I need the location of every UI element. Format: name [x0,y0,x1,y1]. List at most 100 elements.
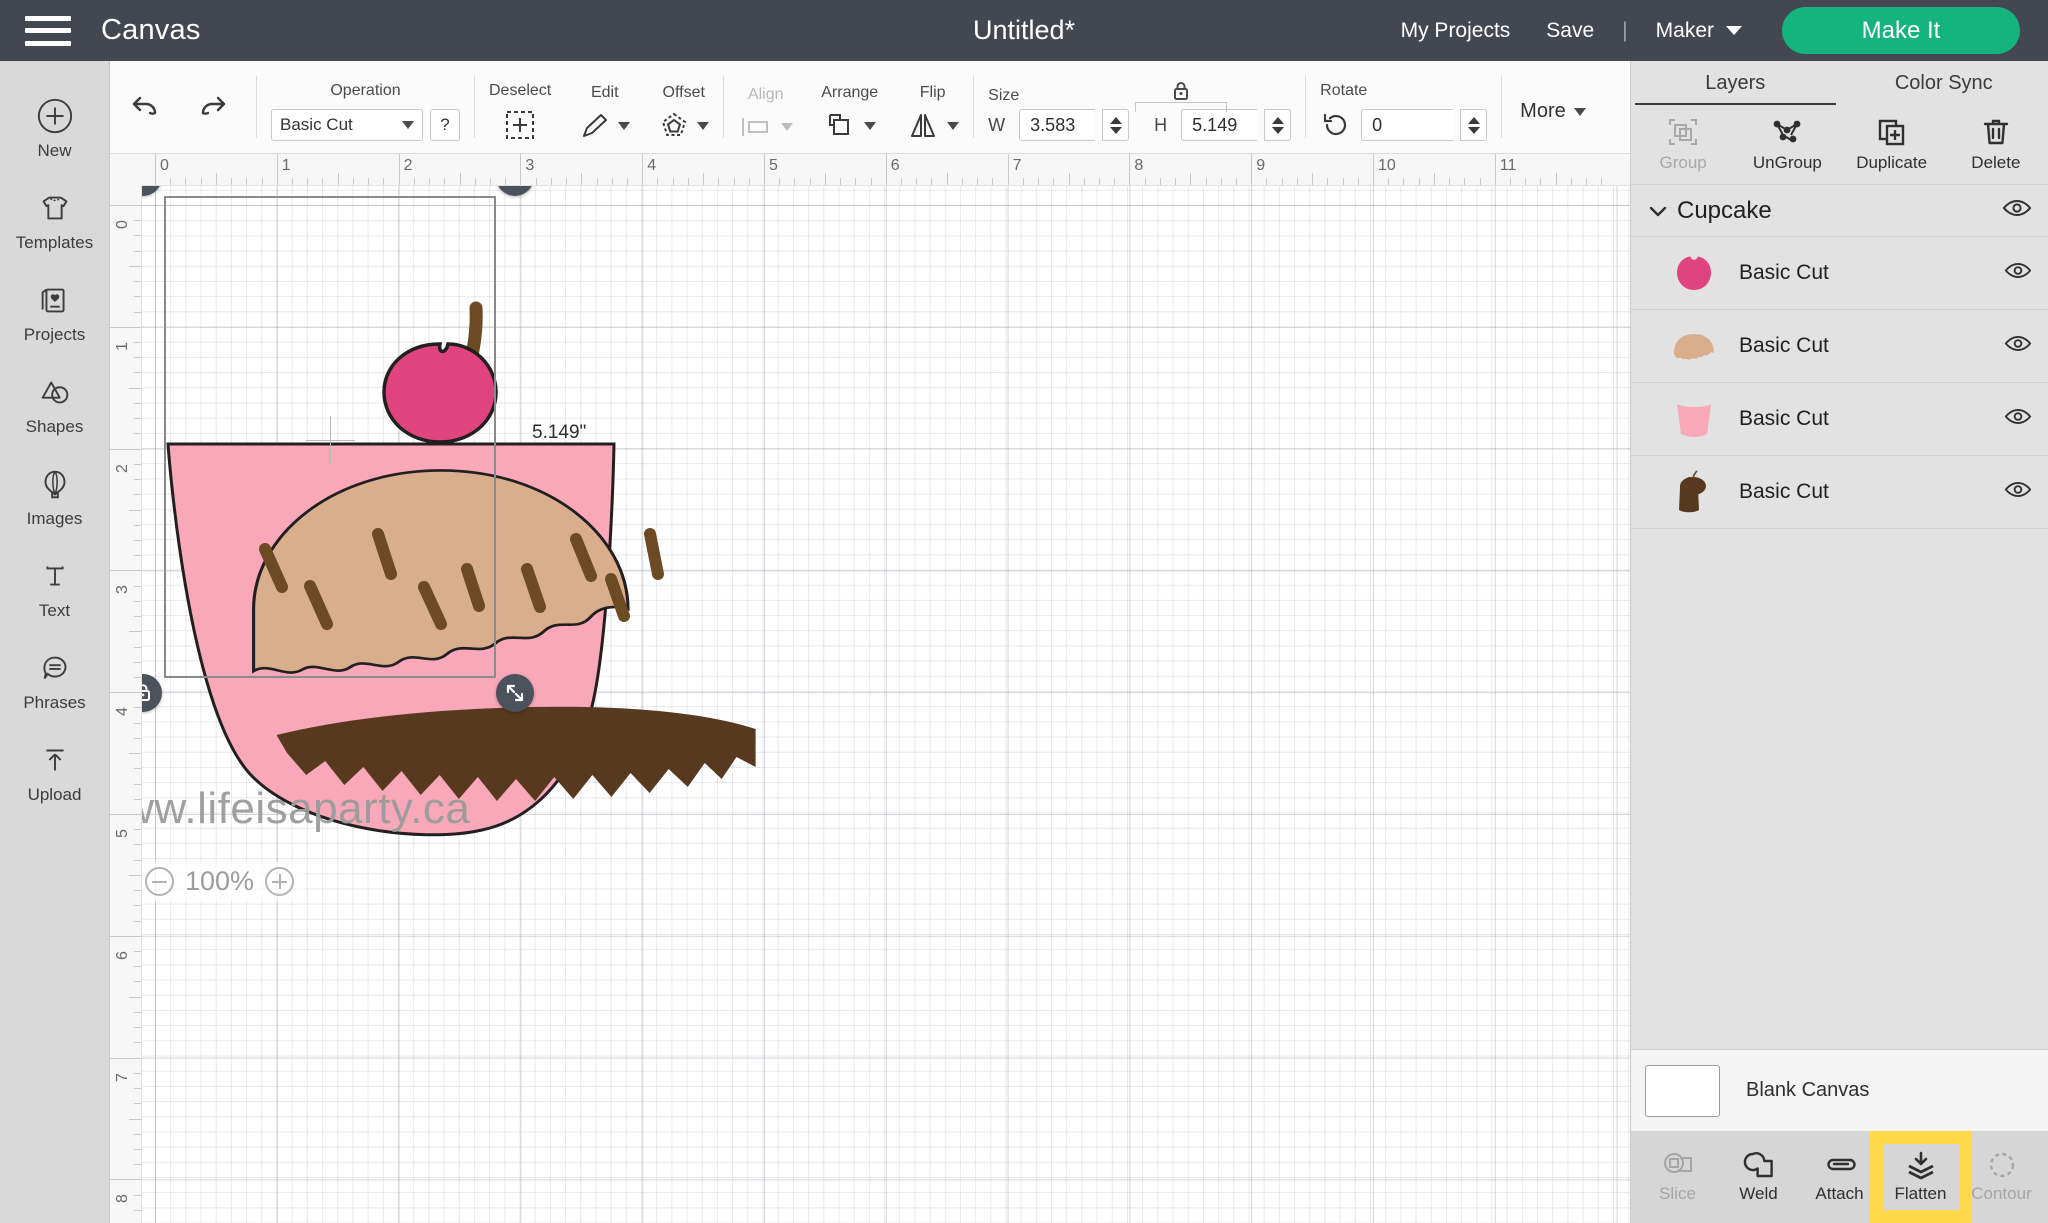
rotate-icon[interactable] [1320,110,1354,140]
sidebar-item-shapes[interactable]: Shapes [0,359,110,451]
duplicate-button[interactable]: Duplicate [1840,116,1944,173]
flatten-button[interactable]: Flatten [1869,1131,1972,1223]
sidebar-item-text[interactable]: Text [0,543,110,635]
operation-select[interactable]: Basic Cut [271,109,423,141]
ruler-v-minor-tick [134,768,141,770]
chevron-down-icon[interactable] [947,122,960,130]
chevron-down-icon[interactable] [618,122,631,130]
ruler-h-minor-tick [931,178,933,185]
pencil-icon[interactable] [579,111,611,141]
rotate-stepper[interactable] [1460,109,1488,141]
height-input[interactable]: 5.149 [1181,109,1258,141]
my-projects-link[interactable]: My Projects [1383,19,1529,43]
ruler-h-minor-tick [657,178,659,185]
more-button[interactable]: More [1520,100,1586,125]
ruler-h-minor-tick [1464,178,1466,185]
zoom-in-icon[interactable] [265,867,295,896]
ruler-v-minor-tick [134,905,141,907]
group-button[interactable]: Group [1631,116,1735,173]
eye-icon[interactable] [2004,407,2032,431]
operation-help-button[interactable]: ? [430,109,460,141]
blank-canvas-row[interactable]: Blank Canvas [1631,1049,2048,1131]
save-button[interactable]: Save [1528,19,1612,43]
chevron-down-icon [781,123,794,131]
table-row[interactable]: Basic Cut [1631,237,2048,310]
flip-icon[interactable] [906,111,940,141]
make-it-button[interactable]: Make It [1782,7,2020,54]
layer-group-cupcake[interactable]: Cupcake [1631,185,2048,237]
selection-bounding-box[interactable] [164,196,496,678]
table-row[interactable]: Basic Cut [1631,456,2048,529]
sidebar-item-images[interactable]: Images [0,451,110,543]
layer-thumbnail-frosting [1671,323,1717,369]
ruler-v-minor-tick [134,737,141,739]
attach-button[interactable]: Attach [1802,1144,1878,1210]
vertical-ruler[interactable]: 0 1 2 3 4 5 6 7 8 [110,186,142,1223]
offset-label: Offset [662,84,705,101]
chevron-down-icon[interactable] [864,122,877,130]
layer-name: Basic Cut [1739,480,1829,503]
tab-color-sync[interactable]: Color Sync [1840,61,2048,105]
ruler-h-minor-tick [809,178,811,185]
ruler-v-major-tick [110,1179,141,1181]
design-space-app: Canvas Untitled* My Projects Save | Make… [0,0,2048,1223]
sidebar-item-phrases[interactable]: Phrases [0,635,110,727]
deselect-group: Deselect [475,61,565,153]
width-stepper[interactable] [1102,109,1130,141]
ruler-v-minor-tick [129,996,141,998]
resize-handle[interactable] [496,674,534,712]
ruler-v-minor-tick [134,524,141,526]
ruler-v-tick-label: 6 [114,950,131,960]
ruler-h-minor-tick [992,178,994,185]
zoom-out-icon[interactable] [145,867,174,896]
zoom-control[interactable]: 100% [135,862,305,901]
ruler-h-tick-label: 0 [160,157,169,174]
delete-button[interactable]: Delete [1944,116,2048,173]
offset-icon[interactable] [658,111,690,141]
lock-closed-icon[interactable] [1169,80,1193,102]
ungroup-button[interactable]: UnGroup [1735,116,1839,173]
ruler-v-minor-tick [134,539,141,541]
rotate-input[interactable]: 0 [1361,109,1454,141]
eye-icon[interactable] [2004,480,2032,504]
redo-icon[interactable] [194,89,234,123]
ruler-h-minor-tick [840,178,842,185]
canvas-area[interactable]: 3.583" 5.149" [110,154,1630,1223]
width-input[interactable]: 3.583 [1019,109,1096,141]
arrange-icon[interactable] [823,111,857,141]
eye-icon[interactable] [2002,198,2032,223]
ruler-h-minor-tick [535,178,537,185]
ruler-v-tick-label: 2 [114,463,131,473]
tool-label: Weld [1739,1184,1778,1203]
eye-icon[interactable] [2004,261,2032,285]
operation-label: Operation [330,82,401,99]
ruler-v-minor-tick [134,798,141,800]
deselect-icon[interactable] [503,109,537,141]
hamburger-menu-icon[interactable] [25,15,71,46]
sidebar-item-upload[interactable]: Upload [0,727,110,819]
height-stepper[interactable] [1264,109,1292,141]
eye-icon[interactable] [2004,334,2032,358]
undo-icon[interactable] [124,89,164,123]
ruler-h-major-tick [764,154,765,185]
table-row[interactable]: Basic Cut [1631,383,2048,456]
sidebar-item-new[interactable]: New [0,83,110,175]
sidebar-item-templates[interactable]: Templates [0,175,110,267]
tab-layers[interactable]: Layers [1631,61,1840,105]
contour-button[interactable]: Contour [1964,1144,2040,1210]
horizontal-ruler[interactable]: 0 1 2 3 4 5 6 7 8 9 10 11 [110,154,1630,186]
align-label: Align [747,86,784,103]
sidebar-item-projects[interactable]: Projects [0,267,110,359]
blank-canvas-thumbnail[interactable] [1645,1064,1720,1117]
ruler-h-minor-tick [1220,178,1222,185]
slice-button[interactable]: Slice [1640,1144,1716,1210]
chevron-down-icon[interactable] [697,122,710,130]
machine-selector[interactable]: Maker [1638,19,1760,43]
chevron-down-icon[interactable] [1647,204,1669,218]
sidebar-item-label: Phrases [23,693,86,712]
ruler-h-minor-tick [505,178,507,185]
weld-button[interactable]: Weld [1721,1144,1797,1210]
edit-label: Edit [590,84,619,101]
table-row[interactable]: Basic Cut [1631,310,2048,383]
ruler-h-minor-tick [1433,173,1435,185]
